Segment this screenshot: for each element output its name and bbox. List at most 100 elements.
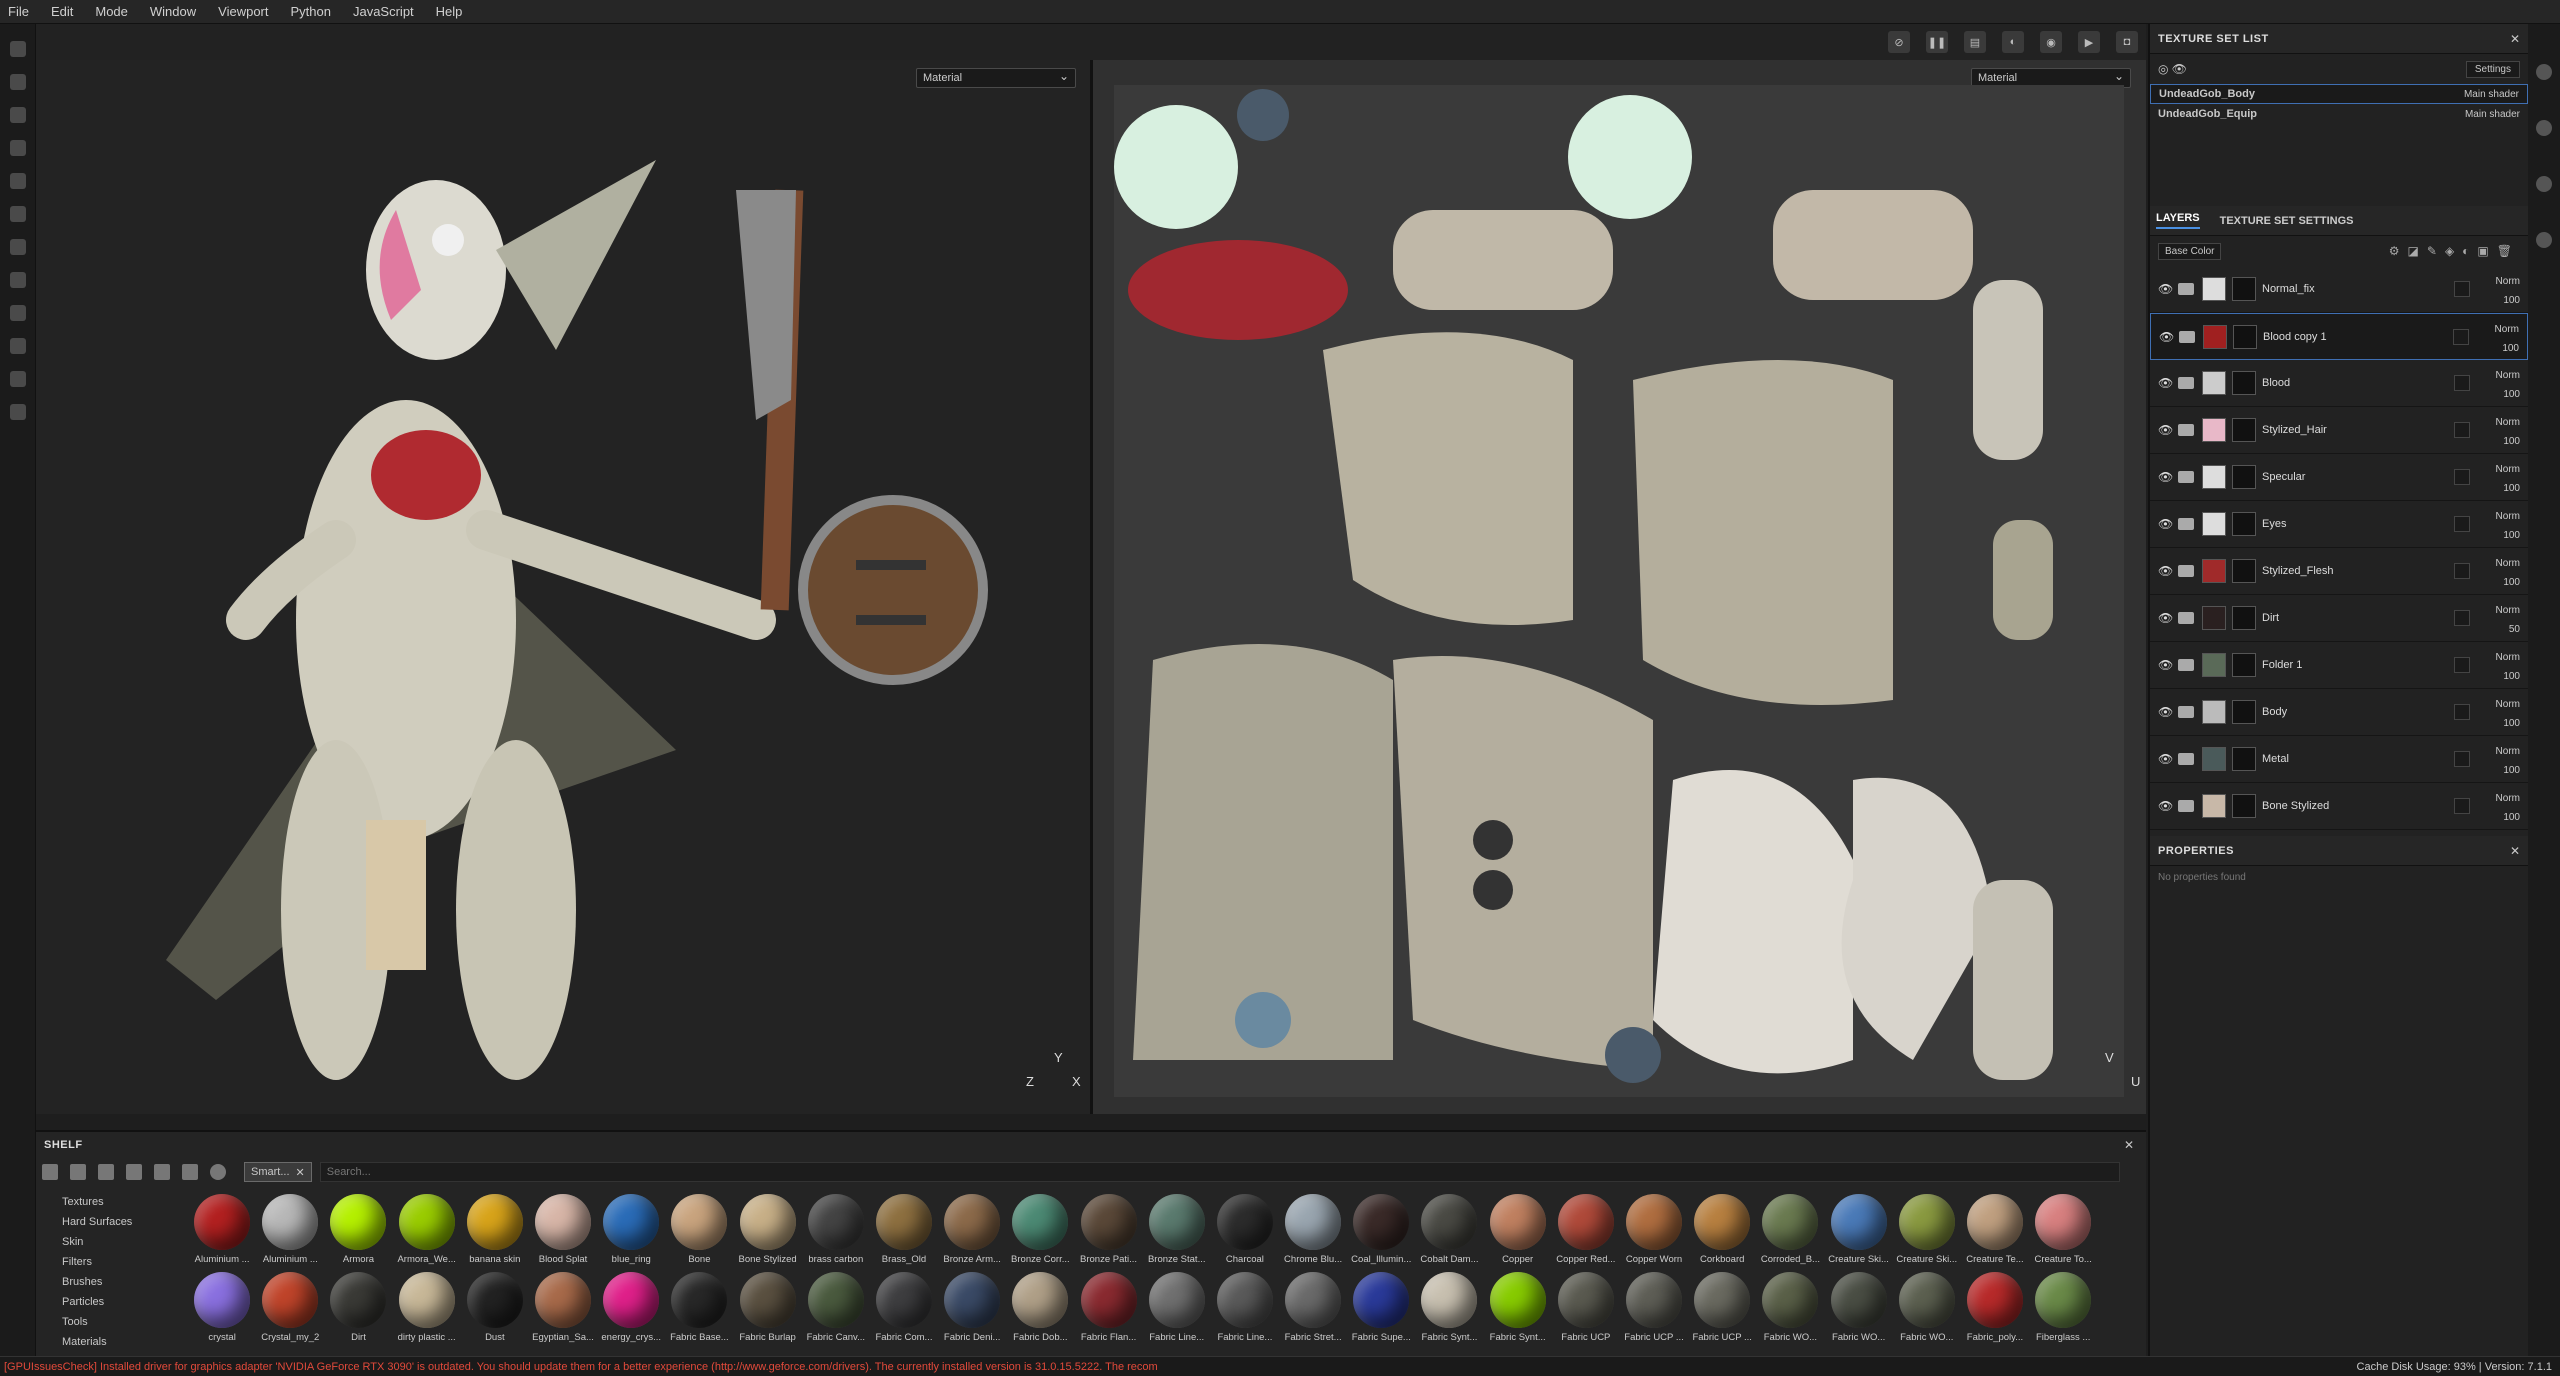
- layer-row[interactable]: 👁 Stylized_Hair Norm 100: [2150, 407, 2528, 454]
- shelf-material-item[interactable]: Fabric_poly...: [1961, 1270, 2029, 1348]
- shelf-category-filters[interactable]: Filters: [62, 1252, 176, 1272]
- split-view-icon[interactable]: ▤: [1964, 31, 1986, 53]
- shelf-search-input[interactable]: [319, 1162, 2120, 1182]
- menu-item-edit[interactable]: Edit: [51, 4, 73, 19]
- folder-icon[interactable]: [42, 1164, 58, 1180]
- shelf-material-item[interactable]: Fabric WO...: [1825, 1270, 1893, 1348]
- filter-icon[interactable]: [182, 1164, 198, 1180]
- shelf-material-item[interactable]: Bronze Pati...: [1074, 1192, 1142, 1270]
- shelf-material-item[interactable]: Corroded_B...: [1756, 1192, 1824, 1270]
- shelf-material-item[interactable]: Brass_Old: [870, 1192, 938, 1270]
- shelf-material-item[interactable]: Fabric Flan...: [1074, 1270, 1142, 1348]
- layer-checkbox[interactable]: [2454, 422, 2470, 438]
- remove-tag-icon[interactable]: ✕: [296, 1166, 305, 1179]
- environment-icon[interactable]: ◉: [2040, 31, 2062, 53]
- layer-checkbox[interactable]: [2454, 563, 2470, 579]
- shelf-material-item[interactable]: blue_ring: [597, 1192, 665, 1270]
- paint-brush-icon[interactable]: [10, 41, 26, 57]
- shelf-material-item[interactable]: Bronze Stat...: [1143, 1192, 1211, 1270]
- layer-blend-opacity[interactable]: Norm 100: [2495, 320, 2519, 358]
- layer-blend-mode[interactable]: Norm: [2495, 320, 2519, 339]
- screenshot-icon[interactable]: [10, 404, 26, 420]
- visibility-eye-icon[interactable]: 👁: [2158, 799, 2178, 813]
- layer-row[interactable]: 👁 Blood Norm 100: [2150, 360, 2528, 407]
- shelf-category-brushes[interactable]: Brushes: [62, 1272, 176, 1292]
- shelf-material-item[interactable]: Fabric Synt...: [1415, 1270, 1483, 1348]
- shelf-material-item[interactable]: energy_crys...: [597, 1270, 665, 1348]
- smudge-icon[interactable]: [10, 173, 26, 189]
- polygon-fill-icon[interactable]: [10, 140, 26, 156]
- menu-item-file[interactable]: File: [8, 4, 29, 19]
- layer-blend-opacity[interactable]: Norm 100: [2496, 789, 2520, 827]
- shelf-category-textures[interactable]: Textures: [62, 1192, 176, 1212]
- layer-blend-opacity[interactable]: Norm 100: [2496, 366, 2520, 404]
- camera-icon[interactable]: ▶: [2078, 31, 2100, 53]
- shelf-material-item[interactable]: Fabric UCP ...: [1620, 1270, 1688, 1348]
- shelf-material-item[interactable]: Fiberglass ...: [2029, 1270, 2097, 1348]
- layer-opacity[interactable]: 100: [2496, 667, 2520, 686]
- layer-checkbox[interactable]: [2454, 657, 2470, 673]
- layer-blend-mode[interactable]: Norm: [2496, 413, 2520, 432]
- shelf-material-item[interactable]: Aluminium ...: [188, 1192, 256, 1270]
- shelf-material-item[interactable]: Copper Worn: [1620, 1192, 1688, 1270]
- shelf-material-item[interactable]: Aluminium ...: [256, 1192, 324, 1270]
- layer-blend-opacity[interactable]: Norm 100: [2496, 460, 2520, 498]
- shelf-material-item[interactable]: Creature Ski...: [1893, 1192, 1961, 1270]
- texture-set-row[interactable]: UndeadGob_Equip Main shader: [2150, 104, 2528, 124]
- shelf-material-item[interactable]: Copper: [1484, 1192, 1552, 1270]
- menu-item-help[interactable]: Help: [436, 4, 463, 19]
- visibility-eye-icon[interactable]: 👁: [2158, 423, 2178, 437]
- import-icon[interactable]: [154, 1164, 170, 1180]
- layer-row[interactable]: 👁 Body Norm 100: [2150, 689, 2528, 736]
- tab-texture-set-settings[interactable]: TEXTURE SET SETTINGS: [2220, 215, 2354, 227]
- hide-icon[interactable]: [126, 1164, 142, 1180]
- layer-blend-opacity[interactable]: Norm 100: [2496, 507, 2520, 545]
- camera-settings-icon[interactable]: [2536, 64, 2552, 80]
- layer-opacity[interactable]: 50: [2496, 620, 2520, 639]
- layer-row[interactable]: 👁 Bone Stylized Norm 100: [2150, 783, 2528, 830]
- shelf-material-item[interactable]: Fabric UCP ...: [1688, 1270, 1756, 1348]
- layer-row[interactable]: 👁 Stylized_Flesh Norm 100: [2150, 548, 2528, 595]
- viewport-2d[interactable]: Material V U: [1093, 60, 2146, 1114]
- texture-set-settings-button[interactable]: Settings: [2465, 60, 2520, 78]
- visibility-eye-icon[interactable]: 👁: [2158, 705, 2178, 719]
- layer-opacity[interactable]: 100: [2495, 339, 2519, 358]
- layer-opacity[interactable]: 100: [2496, 808, 2520, 827]
- shelf-material-item[interactable]: Fabric Synt...: [1484, 1270, 1552, 1348]
- shelf-material-item[interactable]: Fabric Dob...: [1006, 1270, 1074, 1348]
- list-view-icon[interactable]: [98, 1164, 114, 1180]
- layer-blend-opacity[interactable]: Norm 100: [2496, 554, 2520, 592]
- layer-opacity[interactable]: 100: [2496, 761, 2520, 780]
- layer-opacity[interactable]: 100: [2496, 385, 2520, 404]
- layer-actions-icons[interactable]: ⚙◪✎◈◐▣🗑: [2389, 244, 2520, 258]
- shelf-material-item[interactable]: Fabric Supe...: [1347, 1270, 1415, 1348]
- layer-blend-opacity[interactable]: Norm 100: [2496, 648, 2520, 686]
- shelf-material-item[interactable]: Cobalt Dam...: [1415, 1192, 1483, 1270]
- layer-blend-mode[interactable]: Norm: [2496, 554, 2520, 573]
- shelf-material-item[interactable]: banana skin: [461, 1192, 529, 1270]
- shelf-material-item[interactable]: Armora_We...: [393, 1192, 461, 1270]
- export-icon[interactable]: [10, 371, 26, 387]
- visibility-eye-icon[interactable]: 👁: [2158, 752, 2178, 766]
- shelf-close-icon[interactable]: ✕: [2124, 1138, 2134, 1152]
- layer-row[interactable]: 👁 Metal Norm 100: [2150, 736, 2528, 783]
- shelf-material-item[interactable]: Fabric Com...: [870, 1270, 938, 1348]
- layer-row[interactable]: 👁 Normal_fix Norm 100: [2150, 266, 2528, 313]
- layer-opacity[interactable]: 100: [2496, 526, 2520, 545]
- measure-icon[interactable]: [10, 305, 26, 321]
- shelf-material-item[interactable]: Fabric WO...: [1756, 1270, 1824, 1348]
- visibility-eye-icon[interactable]: 👁: [2158, 517, 2178, 531]
- channel-select[interactable]: Base Color: [2158, 242, 2222, 260]
- layer-opacity[interactable]: 100: [2496, 479, 2520, 498]
- menu-item-javascript[interactable]: JavaScript: [353, 4, 414, 19]
- shelf-material-item[interactable]: Fabric UCP: [1552, 1270, 1620, 1348]
- layer-blend-mode[interactable]: Norm: [2496, 366, 2520, 385]
- visibility-eye-icon[interactable]: 👁: [2158, 470, 2178, 484]
- shelf-material-item[interactable]: Bronze Arm...: [938, 1192, 1006, 1270]
- tab-layers[interactable]: LAYERS: [2156, 212, 2200, 229]
- shelf-material-item[interactable]: Blood Splat: [529, 1192, 597, 1270]
- layer-blend-opacity[interactable]: Norm 100: [2496, 272, 2520, 310]
- shelf-material-item[interactable]: crystal: [188, 1270, 256, 1348]
- close-icon[interactable]: ✕: [2510, 844, 2520, 858]
- shelf-material-item[interactable]: Fabric Deni...: [938, 1270, 1006, 1348]
